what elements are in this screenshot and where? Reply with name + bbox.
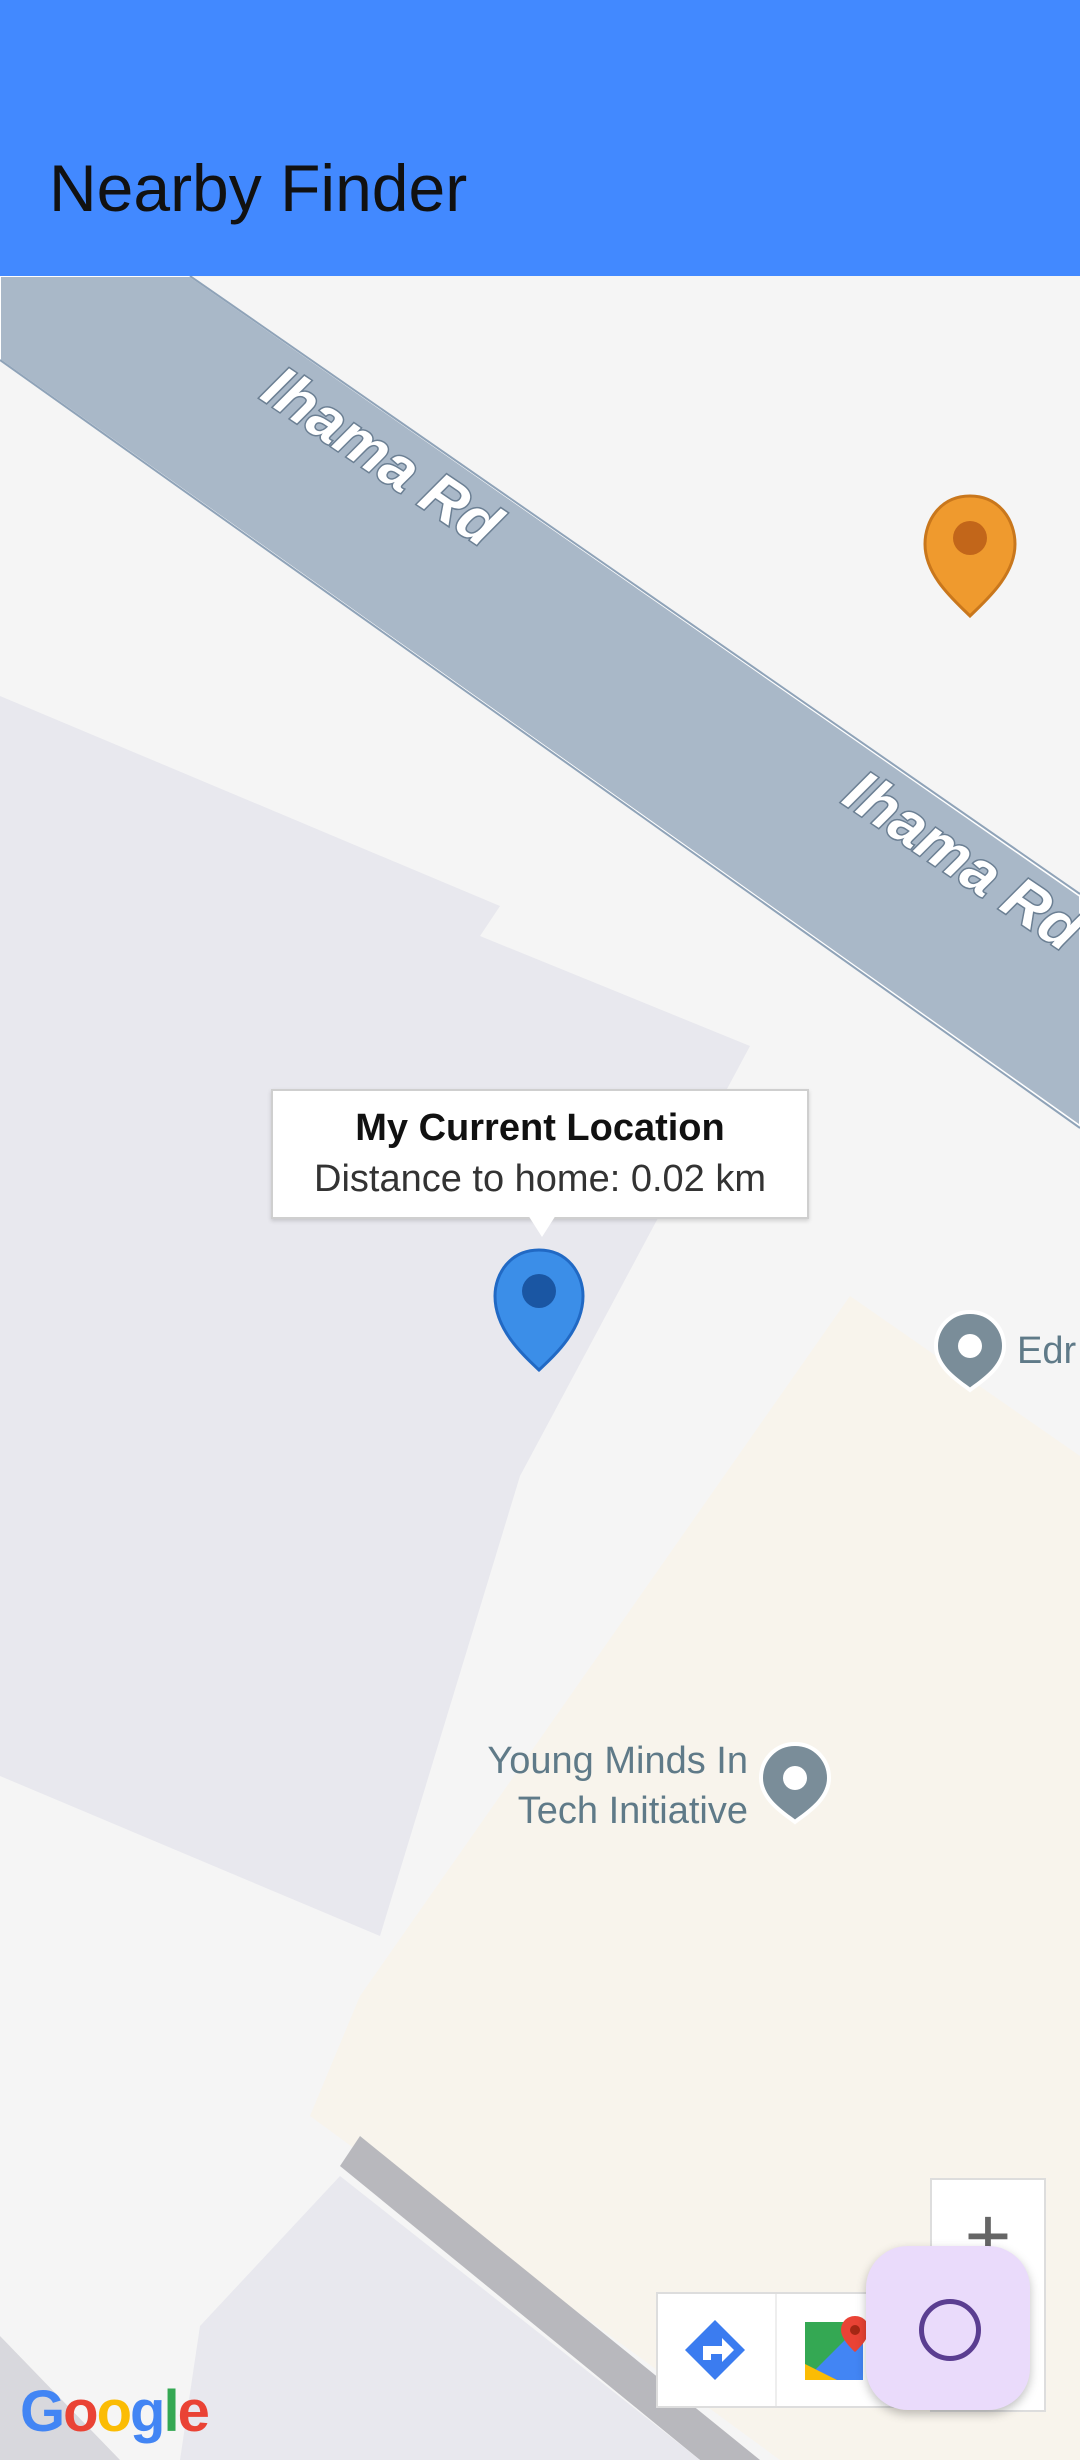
map-view[interactable]: Ihama Rd Ihama Rd My Current Location Di… xyxy=(0,276,1080,2460)
google-logo: Google xyxy=(20,2379,210,2444)
app-title: Nearby Finder xyxy=(49,151,468,225)
info-window-title: My Current Location xyxy=(355,1107,725,1149)
map-toolbar xyxy=(656,2292,894,2408)
poi-label-line: Tech Initiative xyxy=(517,1790,748,1832)
directions-icon xyxy=(685,2320,745,2380)
map-canvas[interactable]: Ihama Rd Ihama Rd xyxy=(0,276,1080,2460)
directions-button[interactable] xyxy=(658,2294,773,2406)
fab-button[interactable] xyxy=(866,2246,1030,2410)
poi-label[interactable]: Young Minds In Tech Initiative xyxy=(458,1736,748,1836)
info-window[interactable]: My Current Location Distance to home: 0.… xyxy=(271,1089,809,1237)
info-window-tail xyxy=(528,1215,556,1237)
circle-icon xyxy=(919,2299,981,2361)
info-window-subtitle: Distance to home: 0.02 km xyxy=(314,1158,766,1200)
poi-label-line: Young Minds In xyxy=(487,1740,748,1782)
app-bar: Nearby Finder xyxy=(0,0,1080,276)
poi-label[interactable]: Edr xyxy=(1017,1326,1076,1376)
